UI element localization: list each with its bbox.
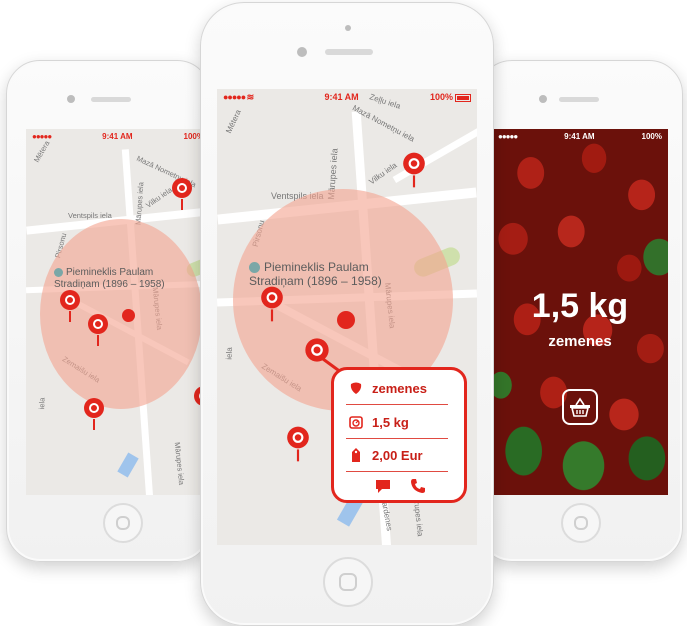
street-label: Vilku iela (367, 160, 399, 187)
front-camera (539, 95, 547, 103)
landmark-dates: Stradiņam (1896 – 1958) (54, 278, 165, 290)
signal-dots-icon: ●●●●● (498, 131, 518, 141)
landmark-icon (249, 262, 260, 274)
phone-icon[interactable] (410, 478, 426, 494)
quantity-heading: 1,5 kg (531, 287, 629, 325)
current-location-dot (122, 309, 135, 322)
left-screen: ●●●●● 9:41 AM 100% Mētera Mazā Nometņu i… (26, 129, 210, 495)
popup-product-name: zemenes (372, 380, 427, 396)
right-screen: ●●●●● 9:41 AM 100% 1,5 kg zemenes (492, 129, 668, 495)
status-time: 9:41 AM (102, 131, 133, 141)
map-pin-icon[interactable] (58, 289, 82, 323)
product-popup-card[interactable]: zemenes 1,5 kg 2,00 Eur (331, 367, 467, 503)
center-screen: ●●●●● ≋ 9:41 AM 100% Mētera Zeļļu iela M… (217, 89, 477, 545)
map-pin-icon[interactable] (86, 313, 110, 347)
status-time: 9:41 AM (324, 92, 359, 102)
earpiece-speaker (559, 97, 599, 102)
popup-weight-row: 1,5 kg (348, 414, 448, 430)
strawberry-icon (348, 380, 364, 396)
battery-icon (454, 93, 471, 102)
status-bar: ●●●●● 9:41 AM 100% (26, 129, 210, 143)
street-label: Ventspils iela (68, 211, 112, 220)
home-button[interactable] (103, 503, 143, 543)
signal-dots-icon: ●●●●● (32, 131, 52, 141)
popup-product-row: zemenes (348, 380, 448, 396)
home-button[interactable] (323, 557, 373, 607)
left-phone: ●●●●● 9:41 AM 100% Mētera Mazā Nometņu i… (6, 60, 211, 562)
center-phone: ●●●●● ≋ 9:41 AM 100% Mētera Zeļļu iela M… (200, 2, 494, 626)
front-camera (297, 47, 307, 57)
map-pin-icon[interactable] (285, 425, 311, 463)
water-area (117, 452, 139, 478)
popup-price-row: 2,00 Eur (348, 447, 448, 463)
street-label: Mārupes iela (172, 441, 187, 486)
popup-divider (346, 471, 448, 472)
price-tag-icon (348, 447, 364, 463)
signal-dots-icon: ●●●●● ≋ (223, 91, 254, 102)
popup-divider (346, 438, 448, 439)
battery-label: 100% (429, 92, 453, 102)
front-camera (67, 95, 75, 103)
status-time: 9:41 AM (564, 131, 595, 141)
map-pin-icon[interactable] (82, 397, 106, 431)
right-phone: ●●●●● 9:41 AM 100% 1,5 kg zemenes (478, 60, 683, 562)
home-button[interactable] (561, 503, 601, 543)
street-label: Mētera (224, 108, 243, 135)
basket-icon (570, 397, 590, 417)
message-icon[interactable] (374, 478, 392, 494)
map-pin-icon[interactable] (401, 151, 427, 189)
add-to-basket-button[interactable] (562, 389, 598, 425)
front-sensor (345, 25, 351, 31)
scale-icon (348, 414, 364, 430)
popup-price: 2,00 Eur (372, 447, 423, 463)
earpiece-speaker (325, 49, 373, 55)
landmark-name: Piemineklis Paulam (66, 267, 154, 278)
battery-label: 100% (641, 131, 662, 141)
status-bar: ●●●●● ≋ 9:41 AM 100% (217, 89, 477, 105)
map-pin-icon[interactable] (170, 177, 194, 211)
street-label: iela (37, 397, 47, 410)
landmark-icon (54, 267, 63, 277)
status-bar: ●●●●● 9:41 AM 100% (492, 129, 668, 143)
popup-weight: 1,5 kg (372, 414, 409, 430)
landmark-label: Piemineklis Paulam Stradiņam (1896 – 195… (54, 267, 165, 290)
landmark-name: Piemineklis Paulam (264, 260, 369, 274)
earpiece-speaker (91, 97, 131, 102)
popup-divider (346, 404, 448, 405)
map-pin-icon[interactable] (259, 285, 285, 323)
current-location-dot (337, 311, 355, 329)
product-name: zemenes (548, 333, 612, 350)
street-label: iela (224, 347, 234, 360)
